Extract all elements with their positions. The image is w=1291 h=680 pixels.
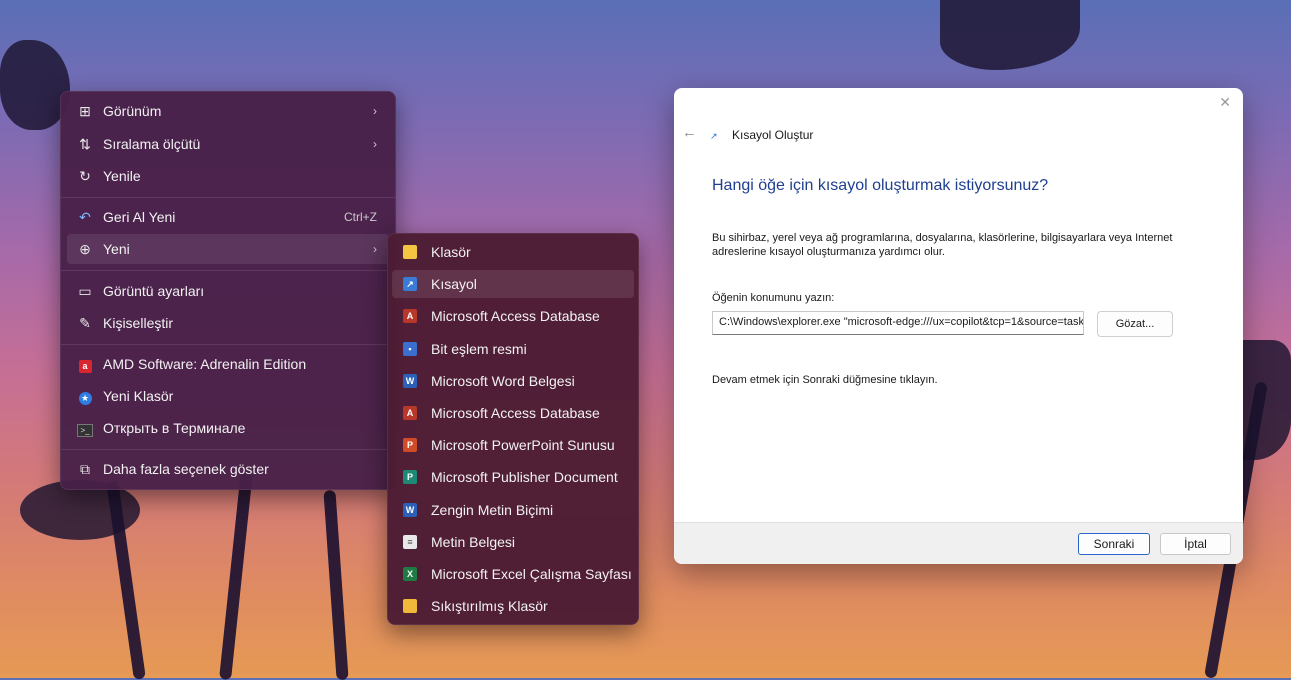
submenu-item-word-document[interactable]: W Microsoft Word Belgesi xyxy=(392,367,634,395)
next-button[interactable]: Sonraki xyxy=(1078,533,1150,555)
display-settings-icon: ▭ xyxy=(78,282,92,299)
menu-item-undo-new[interactable]: ↶ Geri Al Yeni Ctrl+Z xyxy=(67,202,389,232)
new-folder-icon: ★ xyxy=(75,388,95,405)
menu-item-view[interactable]: ⊞ Görünüm › xyxy=(67,96,389,126)
new-submenu: Klasör ↗ Kısayol A Microsoft Access Data… xyxy=(387,233,639,625)
submenu-item-publisher[interactable]: P Microsoft Publisher Document xyxy=(392,463,634,491)
menu-item-amd-software[interactable]: a AMD Software: Adrenalin Edition xyxy=(67,349,389,379)
rtf-icon: W xyxy=(403,503,417,517)
dialog-description: Bu sihirbaz, yerel veya ağ programlarına… xyxy=(712,232,1173,258)
access-icon: A xyxy=(403,406,417,420)
back-arrow-icon[interactable]: ← xyxy=(682,124,697,141)
continue-hint: Devam etmek için Sonraki düğmesine tıkla… xyxy=(712,374,938,386)
shortcut-label: Ctrl+Z xyxy=(344,210,377,224)
shortcut-icon: ↗ xyxy=(710,131,718,141)
menu-divider xyxy=(61,449,395,450)
brush-icon: ✎ xyxy=(79,314,91,331)
menu-item-open-terminal[interactable]: >_ Открыть в Терминале xyxy=(67,413,389,443)
location-input[interactable]: C:\Windows\explorer.exe "microsoft-edge:… xyxy=(712,311,1084,335)
menu-item-new-folder[interactable]: ★ Yeni Klasör xyxy=(67,381,389,411)
chevron-right-icon: › xyxy=(373,104,377,118)
desktop-context-menu: ⊞ Görünüm › ⇅ Sıralama ölçütü › ↻ Yenile… xyxy=(60,91,396,490)
submenu-item-rich-text[interactable]: W Zengin Metin Biçimi xyxy=(392,496,634,524)
palm-trunk xyxy=(219,469,253,680)
palm-trunk xyxy=(323,489,349,680)
browse-button[interactable]: Gözat... xyxy=(1097,311,1173,337)
publisher-icon: P xyxy=(403,470,417,484)
menu-item-show-more-options[interactable]: ⧉ Daha fazla seçenek göster xyxy=(67,454,389,484)
submenu-item-access-database[interactable]: A Microsoft Access Database xyxy=(392,302,634,330)
submenu-item-powerpoint[interactable]: P Microsoft PowerPoint Sunusu xyxy=(392,431,634,459)
submenu-item-access-database-2[interactable]: A Microsoft Access Database xyxy=(392,399,634,427)
submenu-item-folder[interactable]: Klasör xyxy=(392,238,634,266)
submenu-item-bitmap[interactable]: ▪ Bit eşlem resmi xyxy=(392,335,634,363)
dialog-title: Kısayol Oluştur xyxy=(732,128,814,142)
menu-item-new[interactable]: ⊕ Yeni › xyxy=(67,234,389,264)
submenu-item-text-document[interactable]: ≡ Metin Belgesi xyxy=(392,528,634,556)
menu-item-refresh[interactable]: ↻ Yenile xyxy=(67,161,389,191)
word-icon: W xyxy=(403,374,417,388)
submenu-item-excel[interactable]: X Microsoft Excel Çalışma Sayfası xyxy=(392,560,634,588)
bitmap-icon: ▪ xyxy=(403,342,417,356)
create-shortcut-dialog: ✕ ← ↗ Kısayol Oluştur Hangi öğe için kıs… xyxy=(674,88,1243,564)
zip-folder-icon xyxy=(403,599,417,613)
amd-icon: a xyxy=(75,356,95,373)
grid-icon: ⊞ xyxy=(79,102,91,119)
chevron-right-icon: › xyxy=(373,137,377,151)
excel-icon: X xyxy=(403,567,417,581)
submenu-item-shortcut[interactable]: ↗ Kısayol xyxy=(392,270,634,298)
palm-fronds xyxy=(940,0,1080,70)
menu-divider xyxy=(61,270,395,271)
more-options-icon: ⧉ xyxy=(80,460,90,477)
dialog-heading: Hangi öğe için kısayol oluşturmak istiyo… xyxy=(712,177,1049,194)
submenu-item-zip-folder[interactable]: Sıkıştırılmış Klasör xyxy=(392,592,634,620)
menu-item-sort-by[interactable]: ⇅ Sıralama ölçütü › xyxy=(67,129,389,159)
undo-icon: ↶ xyxy=(79,208,91,225)
shortcut-icon: ↗ xyxy=(403,277,417,291)
menu-item-personalize[interactable]: ✎ Kişiselleştir xyxy=(67,308,389,338)
menu-divider xyxy=(61,197,395,198)
cancel-button[interactable]: İptal xyxy=(1160,533,1231,555)
access-icon: A xyxy=(403,309,417,323)
refresh-icon: ↻ xyxy=(79,167,91,184)
folder-icon xyxy=(403,245,417,259)
text-doc-icon: ≡ xyxy=(403,535,417,549)
close-icon[interactable]: ✕ xyxy=(1219,94,1231,111)
menu-item-display-settings[interactable]: ▭ Görüntü ayarları xyxy=(67,276,389,306)
dialog-footer xyxy=(674,522,1243,564)
powerpoint-icon: P xyxy=(403,438,417,452)
menu-divider xyxy=(61,344,395,345)
plus-circle-icon: ⊕ xyxy=(79,240,91,257)
sort-icon: ⇅ xyxy=(79,135,91,152)
location-label: Öğenin konumunu yazın: xyxy=(712,292,835,304)
chevron-right-icon: › xyxy=(373,242,377,256)
terminal-icon: >_ xyxy=(75,420,95,437)
